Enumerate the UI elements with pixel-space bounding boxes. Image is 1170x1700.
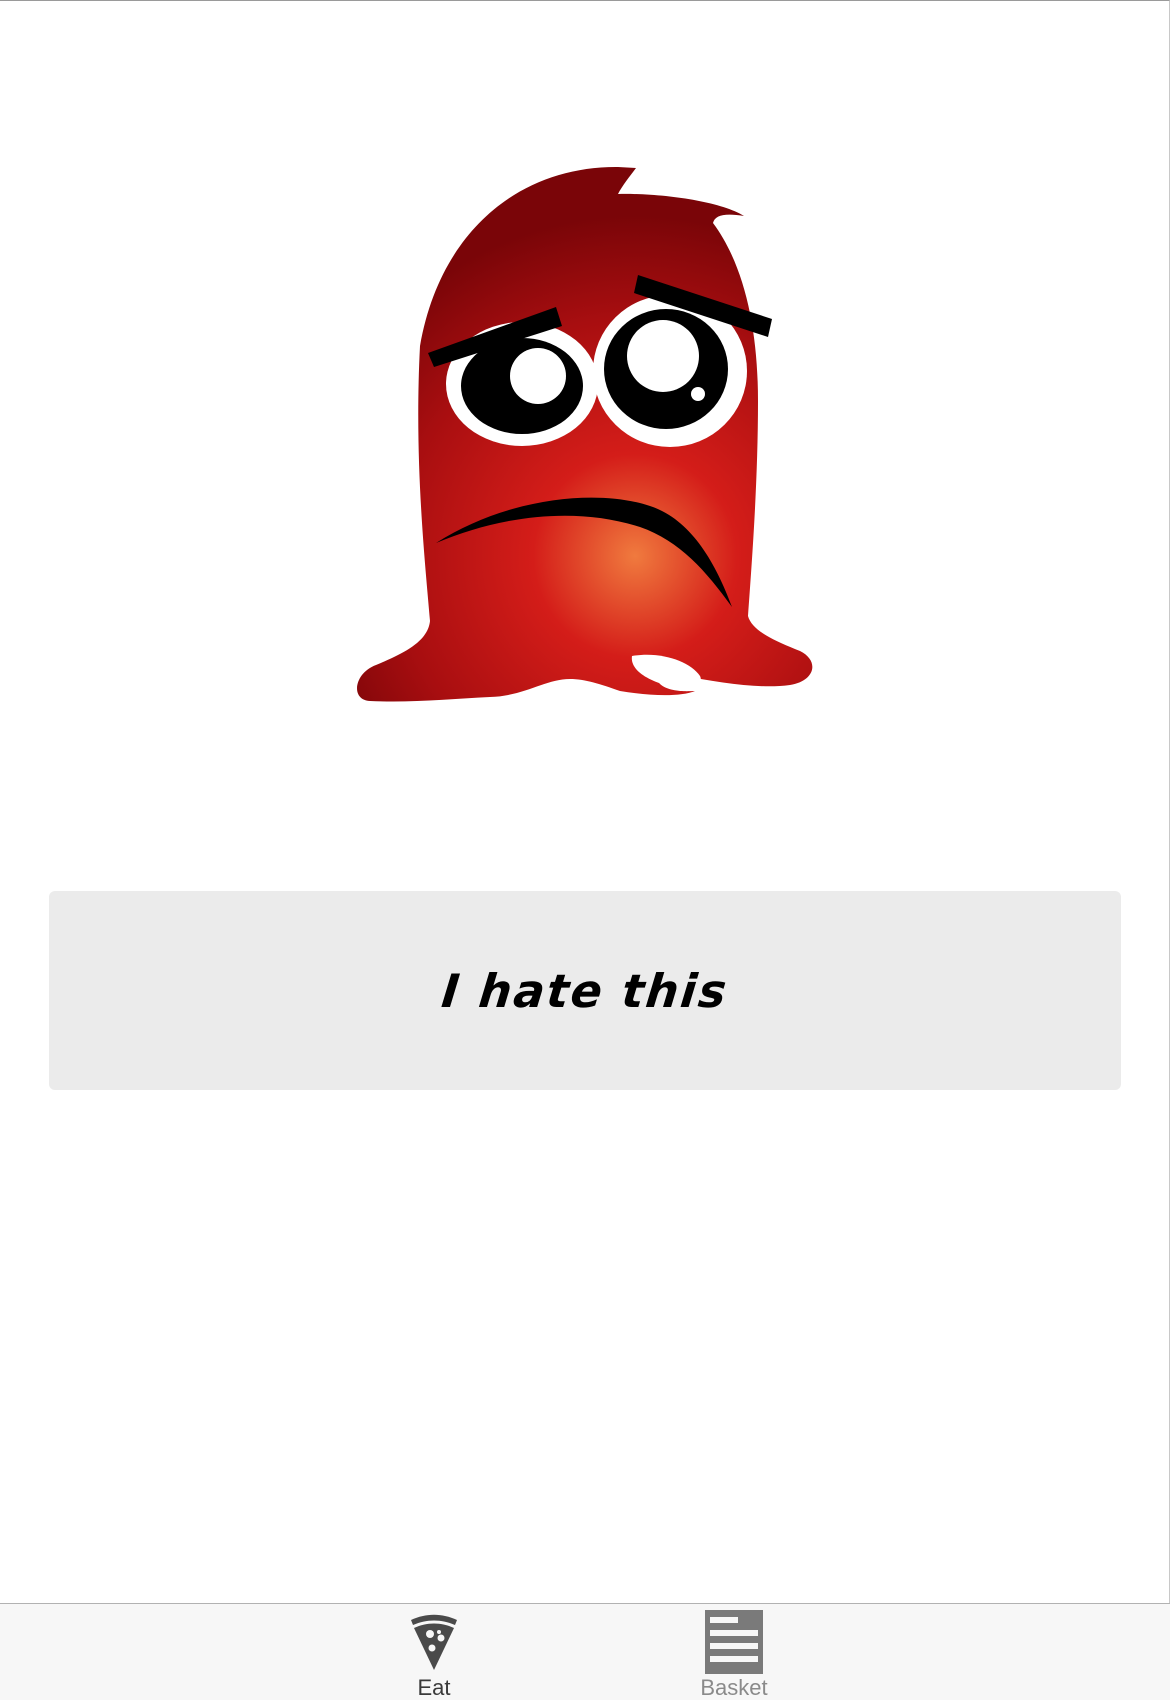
left-pupil-highlight	[510, 348, 566, 404]
mood-text: I hate this	[439, 963, 731, 1018]
tab-basket[interactable]: Basket	[664, 1604, 804, 1700]
right-eye-sparkle	[691, 387, 705, 401]
screen: I hate this Eat Basket	[0, 0, 1170, 1700]
monster-body	[357, 166, 813, 702]
sad-monster-illustration	[357, 166, 813, 702]
pizza-slice-icon	[408, 1610, 460, 1674]
tab-basket-label: Basket	[700, 1675, 768, 1700]
mood-card: I hate this	[49, 891, 1121, 1090]
tab-eat-label: Eat	[417, 1675, 451, 1700]
tab-eat[interactable]: Eat	[364, 1604, 504, 1700]
tab-bar: Eat Basket	[0, 1603, 1170, 1700]
list-icon	[705, 1610, 763, 1674]
right-pupil-highlight	[627, 320, 699, 392]
